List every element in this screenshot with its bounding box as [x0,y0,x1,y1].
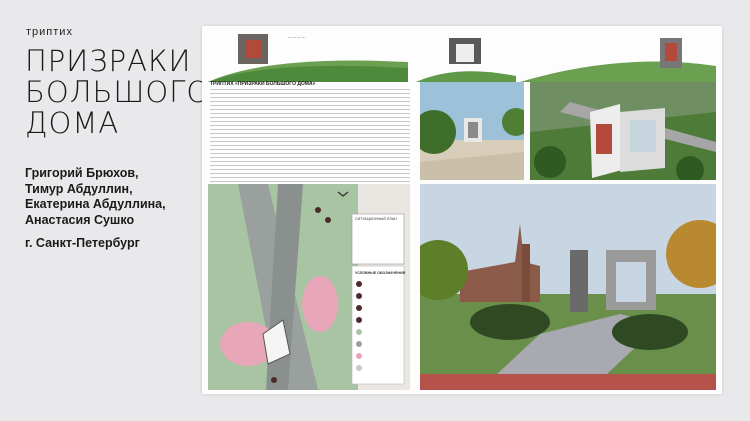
project-board: — — — — ТРИПТИХ «ПРИЗРАКИ БОЛЬШОГО ДОМА» [202,26,722,394]
description-text: ТРИПТИХ «ПРИЗРАКИ БОЛЬШОГО ДОМА» [210,81,410,201]
left-column: триптих ПРИЗРАКИ БОЛЬШОГО ДОМА Григорий … [0,0,211,421]
render-sunlit-courtyard [420,82,524,180]
author-2: Тимур Абдуллин, [25,181,133,196]
description-heading: ТРИПТИХ «ПРИЗРАКИ БОЛЬШОГО ДОМА» [210,81,316,87]
svg-text:— — — —: — — — — [288,35,305,39]
city-label: г. Санкт-Петербург [25,236,140,250]
plan-caption: СИТУАЦИОННЫЙ ПЛАН [355,217,397,221]
elevation-left: — — — — [208,34,408,82]
render-aerial-frames [530,82,716,180]
render-church-view [420,184,716,390]
author-4: Анастасия Сушко [25,212,135,227]
title-line-2: БОЛЬШОГО [25,75,211,109]
author-list: Григорий Брюхов, Тимур Абдуллин, Екатери… [25,166,166,228]
author-3: Екатерина Абдуллина, [25,197,166,211]
title-line-3: ДОМА [25,106,120,140]
elevation-middle [416,38,516,82]
site-plan: УСЛОВНЫЕ ОБОЗНАЧЕНИЯ СИТУАЦИОННЫЙ ПЛАН [208,184,410,390]
title-line-1: ПРИЗРАКИ [25,44,192,78]
author-1: Григорий Брюхов, [25,166,139,180]
map-legend-title: УСЛОВНЫЕ ОБОЗНАЧЕНИЯ [355,271,406,275]
description-body-lines [210,89,410,189]
kicker: триптих [26,26,73,38]
elevation-right [520,38,716,82]
project-title: ПРИЗРАКИ БОЛЬШОГО ДОМА [25,44,211,140]
